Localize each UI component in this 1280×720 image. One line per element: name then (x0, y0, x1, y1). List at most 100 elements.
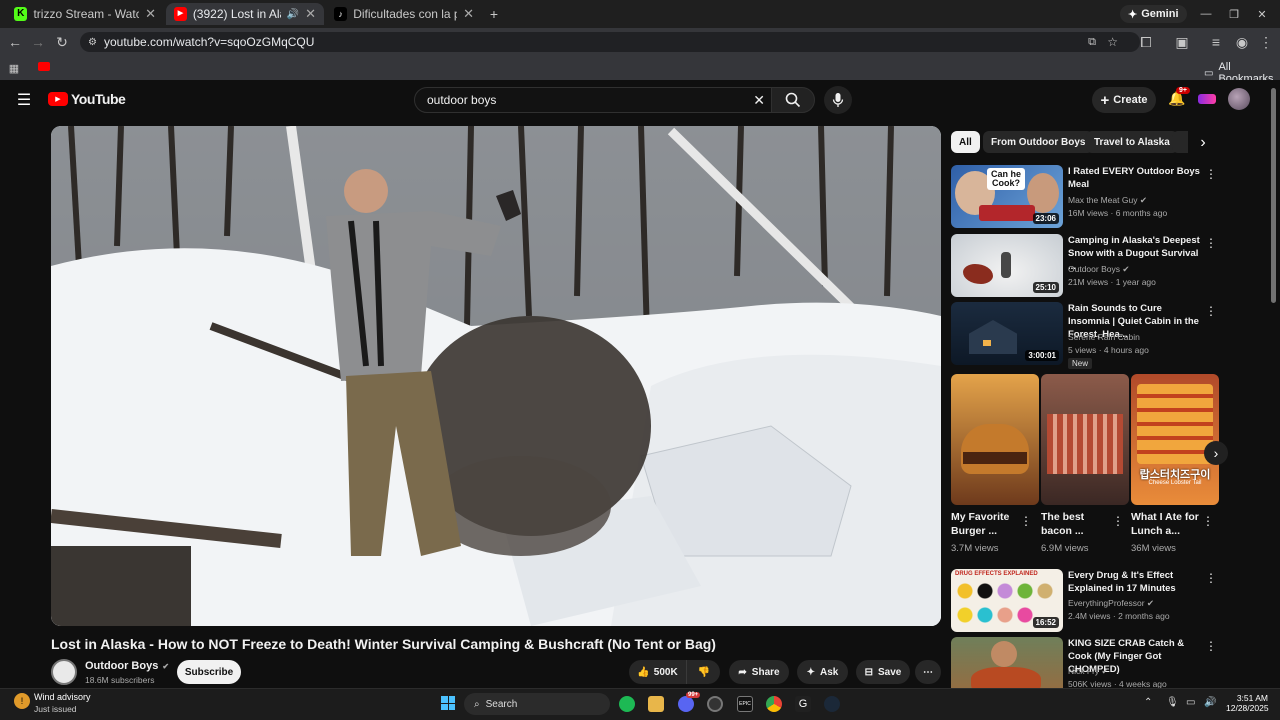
extensions-icon[interactable]: ⧠ (1136, 32, 1156, 52)
list-item[interactable]: KING SIZE CRAB Catch & Cook (My Finger G… (951, 637, 1221, 688)
more-options-icon[interactable]: ⋮ (1205, 639, 1217, 653)
more-options-icon[interactable]: ⋮ (1202, 514, 1214, 528)
page-scrollbar[interactable] (1271, 88, 1276, 303)
search-button[interactable] (771, 87, 815, 113)
rec-channel[interactable]: Max the Meat Guy (1068, 195, 1137, 205)
epic-games-icon[interactable]: EPIC (737, 696, 753, 712)
minimize-icon[interactable]: — (1196, 4, 1216, 24)
list-item[interactable]: 3:00:01 Rain Sounds to Cure Insomnia | Q… (951, 302, 1221, 370)
ask-button[interactable]: ✦ Ask (797, 660, 848, 684)
short-thumbnail[interactable] (951, 374, 1039, 505)
install-icon[interactable]: ⧉ (1088, 36, 1096, 49)
gemini-button[interactable]: ✦ Gemini (1120, 5, 1187, 23)
close-window-icon[interactable]: ✕ (1252, 4, 1272, 24)
site-info-icon[interactable]: ⚙ (88, 37, 97, 48)
chevron-up-icon[interactable]: ⌃ (1144, 697, 1152, 708)
like-button[interactable]: 👍 500K (629, 660, 687, 684)
close-tab-icon[interactable]: ✕ (145, 6, 156, 22)
forward-icon[interactable]: → (28, 32, 48, 52)
short-title[interactable]: My Favorite Burger ... (951, 510, 1027, 538)
share-button[interactable]: ➦ Share (729, 660, 789, 684)
avatar[interactable] (1228, 88, 1250, 110)
chip-all[interactable]: All (951, 131, 980, 153)
video-thumbnail[interactable]: Can he Cook? 23:06 (951, 165, 1063, 228)
chrome-icon[interactable] (766, 696, 782, 712)
media-icon[interactable]: ≡ (1206, 32, 1226, 52)
chip-from-outdoor-boys[interactable]: From Outdoor Boys (983, 131, 1094, 153)
reload-icon[interactable]: ↻ (52, 32, 72, 52)
more-options-icon[interactable]: ⋮ (1020, 514, 1032, 528)
video-thumbnail[interactable]: DRUG EFFECTS EXPLAINED 16:52 (951, 569, 1063, 632)
windows-start-icon[interactable] (441, 696, 455, 710)
youtube-bookmark-icon[interactable] (38, 62, 50, 71)
rec-channel[interactable]: Serene Rain Cabin (1068, 332, 1140, 342)
speaker-icon[interactable]: 🔊 (287, 9, 299, 20)
file-explorer-icon[interactable] (648, 696, 664, 712)
voice-search-button[interactable] (824, 86, 852, 114)
maximize-icon[interactable]: ❐ (1224, 4, 1244, 24)
dislike-button[interactable]: 👎 (689, 660, 719, 684)
chip-travel-to-alaska[interactable]: Travel to Alaska (1086, 131, 1178, 153)
shorts-next-button[interactable]: › (1204, 441, 1228, 465)
short-title[interactable]: What I Ate for Lunch a... (1131, 510, 1207, 538)
hamburger-menu-icon[interactable]: ☰ (14, 90, 34, 110)
video-thumbnail[interactable]: 25:10 (951, 234, 1063, 297)
close-tab-icon[interactable]: ✕ (463, 6, 474, 22)
microphone-icon[interactable]: 🎙 (1166, 697, 1179, 708)
weather-title[interactable]: Wind advisory (34, 692, 91, 702)
discord-icon[interactable] (678, 696, 694, 712)
tab-tiktok[interactable]: ♪ Dificultades con la pronunciació ✕ (326, 3, 482, 25)
browser-menu-icon[interactable]: ⋮ (1256, 32, 1276, 52)
tab-youtube[interactable]: ▶ (3922) Lost in Alaska - How 🔊 ✕ (166, 3, 324, 25)
video-thumbnail[interactable]: 3:00:01 (951, 302, 1063, 365)
youtube-logo[interactable]: ▶ YouTube (48, 91, 126, 107)
chevron-right-icon[interactable]: › (1193, 133, 1213, 153)
rec-title[interactable]: Every Drug & It's Effect Explained in 17… (1068, 569, 1203, 595)
video-player[interactable] (51, 126, 941, 626)
rec-channel[interactable]: Outdoor Boys (1068, 264, 1120, 274)
create-button[interactable]: + Create (1092, 87, 1156, 113)
rec-channel[interactable]: Nick Fry (1068, 666, 1099, 676)
short-thumbnail[interactable] (1041, 374, 1129, 505)
subscribe-button[interactable]: Subscribe (177, 660, 241, 684)
more-options-icon[interactable]: ⋮ (1205, 304, 1217, 318)
taskbar-search[interactable]: ⌕ Search (464, 693, 610, 715)
rec-channel[interactable]: EverythingProfessor (1068, 598, 1145, 608)
sidebar-icon[interactable]: ▣ (1172, 32, 1192, 52)
list-item[interactable]: DRUG EFFECTS EXPLAINED 16:52 Every Drug … (951, 569, 1221, 633)
list-item[interactable]: 25:10 Camping in Alaska's Deepest Snow w… (951, 234, 1221, 298)
url-field[interactable]: ⚙ youtube.com/watch?v=sqoOzGMqCQU ⧉ ☆ (80, 32, 1140, 52)
premium-icon[interactable] (1198, 94, 1216, 104)
more-options-icon[interactable]: ⋮ (1205, 236, 1217, 250)
spotify-icon[interactable] (619, 696, 635, 712)
taskbar-clock[interactable]: 3:51 AM 12/28/2025 (1226, 693, 1269, 713)
bookmark-star-icon[interactable]: ☆ (1107, 35, 1118, 49)
weather-warning-icon[interactable]: ! (14, 693, 30, 709)
video-thumbnail[interactable] (951, 637, 1063, 688)
more-actions-button[interactable]: ⋯ (915, 660, 941, 684)
close-tab-icon[interactable]: ✕ (305, 6, 316, 22)
more-options-icon[interactable]: ⋮ (1205, 571, 1217, 585)
back-icon[interactable]: ← (5, 32, 25, 52)
tab-kick[interactable]: K trizzo Stream - Watch Live on K ✕ (6, 3, 164, 25)
more-options-icon[interactable]: ⋮ (1112, 514, 1124, 528)
short-thumbnail[interactable]: 랍스터치즈구이 Cheese Lobster Tail (1131, 374, 1219, 505)
app-icon[interactable] (707, 696, 723, 712)
notifications-button[interactable]: 🔔 9+ (1168, 87, 1190, 107)
channel-name-row[interactable]: Outdoor Boys ✔ (85, 660, 169, 672)
network-icon[interactable]: ▭ (1186, 697, 1195, 708)
clear-search-icon[interactable]: ✕ (753, 92, 765, 109)
rec-title[interactable]: I Rated EVERY Outdoor Boys Meal (1068, 165, 1203, 191)
volume-icon[interactable]: 🔊 (1204, 697, 1216, 708)
new-tab-icon[interactable]: + (484, 4, 504, 24)
save-button[interactable]: ⊟ Save (856, 660, 910, 684)
app-icon[interactable]: G (795, 696, 811, 712)
list-item[interactable]: Can he Cook? 23:06 I Rated EVERY Outdoor… (951, 165, 1221, 229)
profile-icon[interactable]: ◉ (1232, 32, 1252, 52)
apps-grid-icon[interactable]: ▦ (4, 58, 24, 78)
channel-avatar[interactable] (51, 659, 77, 685)
search-input[interactable]: outdoor boys ✕ (414, 87, 772, 113)
short-title[interactable]: The best bacon ... (1041, 510, 1117, 538)
more-options-icon[interactable]: ⋮ (1205, 167, 1217, 181)
steam-icon[interactable] (824, 696, 840, 712)
